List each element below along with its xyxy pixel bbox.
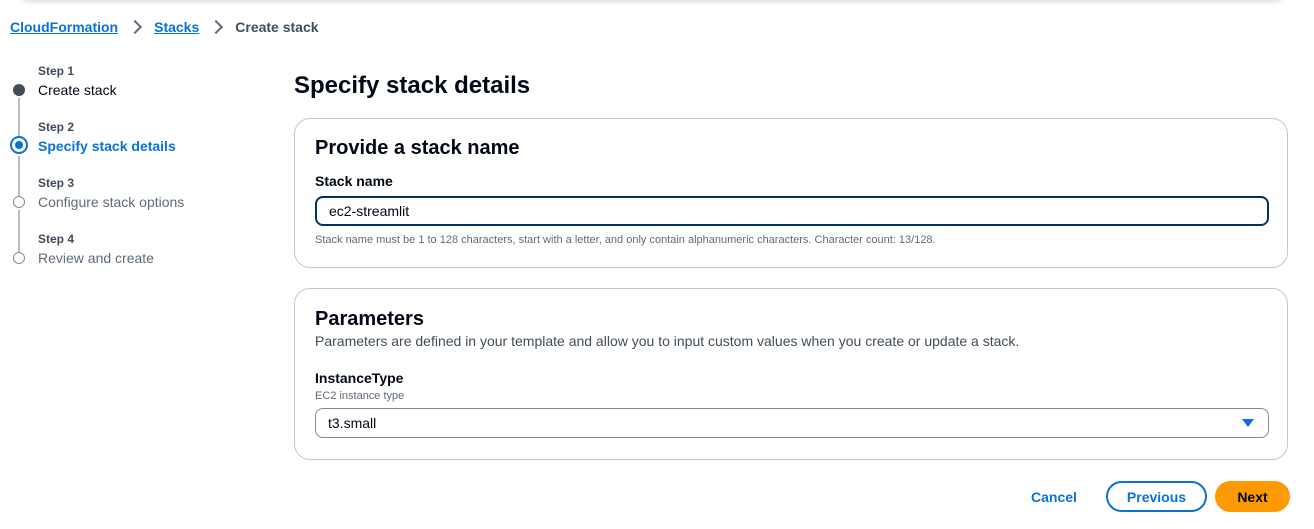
instance-type-label: InstanceType bbox=[315, 370, 404, 386]
stack-name-label: Stack name bbox=[315, 173, 393, 189]
step-number: Step 3 bbox=[38, 176, 75, 190]
stack-name-input[interactable] bbox=[315, 196, 1269, 226]
step-label: Review and create bbox=[38, 250, 154, 266]
step-number: Step 2 bbox=[38, 120, 75, 134]
step-number: Step 1 bbox=[38, 64, 75, 78]
step-completed-icon bbox=[13, 84, 25, 96]
next-button[interactable]: Next bbox=[1215, 481, 1290, 512]
chevron-right-icon bbox=[209, 19, 224, 35]
step-label: Specify stack details bbox=[38, 138, 176, 154]
breadcrumb-current: Create stack bbox=[235, 19, 319, 35]
stack-name-panel: Provide a stack name Stack name Stack na… bbox=[294, 118, 1288, 268]
step-upcoming-icon bbox=[13, 196, 25, 208]
panel-title: Provide a stack name bbox=[315, 137, 520, 159]
chevron-right-icon bbox=[128, 19, 143, 35]
step-active-icon bbox=[10, 136, 28, 154]
stack-name-constraint: Stack name must be 1 to 128 characters, … bbox=[315, 234, 936, 246]
breadcrumb: CloudFormation Stacks Create stack bbox=[10, 16, 319, 38]
instance-type-value: t3.small bbox=[328, 415, 377, 431]
instance-type-description: EC2 instance type bbox=[315, 390, 405, 402]
instance-type-select[interactable]: t3.small bbox=[315, 408, 1269, 438]
cancel-button[interactable]: Cancel bbox=[1022, 482, 1086, 512]
parameters-description: Parameters are defined in your template … bbox=[315, 333, 1020, 349]
step-label: Configure stack options bbox=[38, 194, 185, 210]
step-label: Create stack bbox=[38, 82, 117, 98]
breadcrumb-stacks-link[interactable]: Stacks bbox=[154, 19, 199, 35]
breadcrumb-cloudformation-link[interactable]: CloudFormation bbox=[10, 19, 118, 35]
parameters-panel: Parameters Parameters are defined in you… bbox=[294, 288, 1288, 460]
panel-title: Parameters bbox=[315, 308, 424, 330]
previous-button[interactable]: Previous bbox=[1106, 481, 1207, 512]
caret-down-icon bbox=[1242, 419, 1254, 427]
step-upcoming-icon bbox=[13, 252, 25, 264]
page-title: Specify stack details bbox=[294, 72, 531, 99]
step-number: Step 4 bbox=[38, 232, 75, 246]
